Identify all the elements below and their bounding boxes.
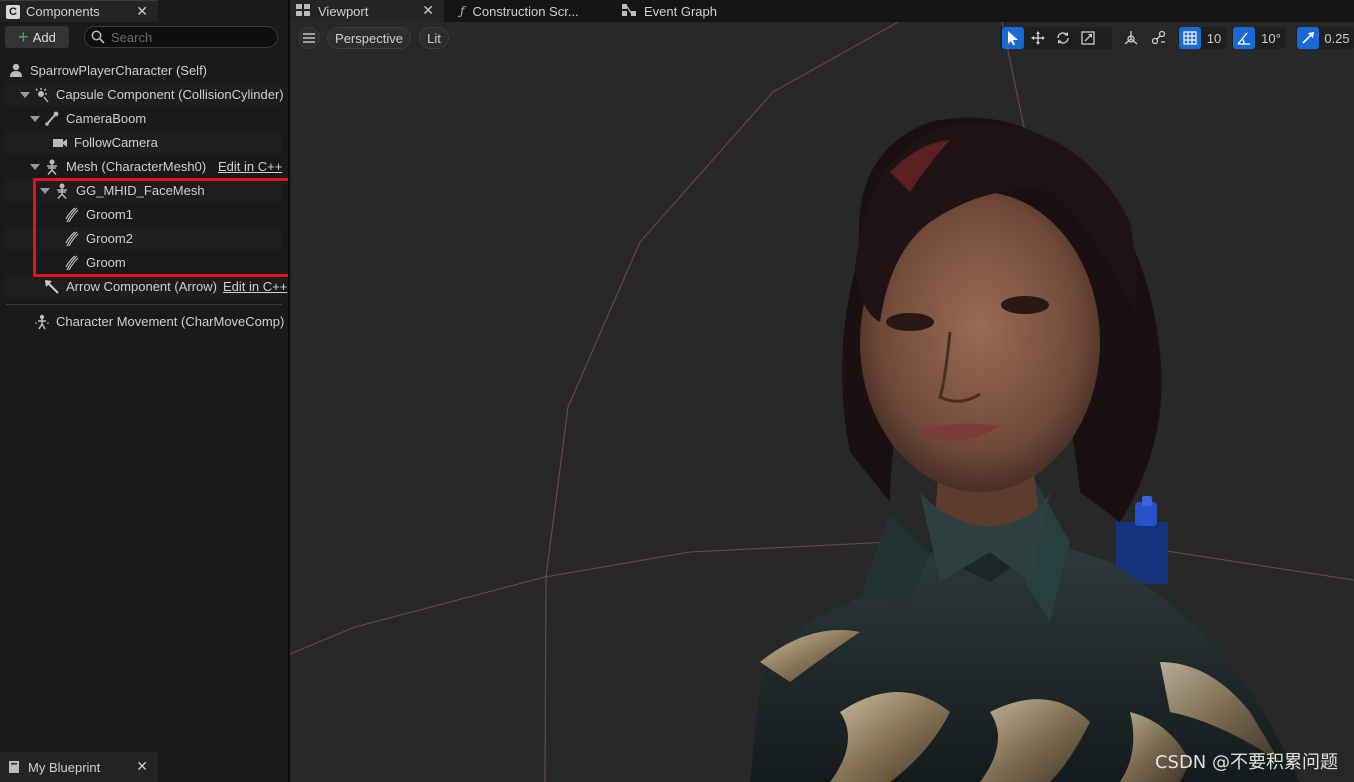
watermark: CSDN @不要积累问题 <box>1154 752 1338 773</box>
expand-caret-icon[interactable] <box>30 163 40 170</box>
surface-snap-icon <box>1151 30 1166 45</box>
surface-snap-button[interactable] <box>1148 27 1170 49</box>
tree-item-label: FollowCamera <box>74 135 158 150</box>
components-tab[interactable]: C Components ✕ <box>0 0 158 22</box>
my-blueprint-label: My Blueprint <box>28 759 101 775</box>
select-mode-button[interactable] <box>1002 27 1024 49</box>
function-icon: ƒ <box>460 4 465 18</box>
tree-item-label: Arrow Component (Arrow) <box>66 279 217 294</box>
rotate-mode-button[interactable] <box>1052 27 1074 49</box>
tab-label: Construction Scr... <box>472 3 579 19</box>
grid-snap-value[interactable]: 10 <box>1203 27 1225 49</box>
rotation-snap-toggle[interactable] <box>1233 27 1255 49</box>
viewport-menu-button[interactable] <box>298 27 320 49</box>
viewport-scene <box>290 22 1354 782</box>
tab-label: Event Graph <box>644 3 717 19</box>
search-icon <box>91 30 105 44</box>
angle-icon <box>1237 32 1250 45</box>
tree-item-label: CameraBoom <box>66 111 147 126</box>
camera-icon <box>52 135 68 151</box>
tree-item-character-movement[interactable]: Character Movement (CharMoveComp) <box>4 310 285 333</box>
tab-construction-script[interactable]: ƒ Construction Scr... <box>454 0 604 22</box>
divider <box>6 304 282 305</box>
world-space-icon <box>1124 31 1138 45</box>
event-graph-icon <box>622 3 636 19</box>
scale-icon <box>1081 31 1095 45</box>
rotation-snap-value[interactable]: 10° <box>1257 27 1285 49</box>
viewport[interactable]: Perspective Lit 10 10° 0.25 CSDN @不要积累问题 <box>290 22 1354 782</box>
spring-arm-icon <box>44 111 60 127</box>
tree-item-cameraboom[interactable]: CameraBoom <box>4 107 282 130</box>
highlight-box <box>33 178 299 277</box>
lit-button[interactable]: Lit <box>419 27 449 49</box>
plus-icon: + <box>18 27 29 47</box>
move-icon <box>1031 31 1045 45</box>
scale-snap-toggle[interactable] <box>1297 27 1319 49</box>
skeletal-mesh-icon <box>44 159 60 175</box>
perspective-button[interactable]: Perspective <box>327 27 411 49</box>
components-panel: C Components ✕ + Add SparrowPlayerCharac… <box>0 0 299 782</box>
add-label: Add <box>32 29 56 45</box>
tree-item-label: Character Movement (CharMoveComp) <box>56 314 285 329</box>
viewport-grid-icon <box>296 3 310 19</box>
scale-mode-button[interactable] <box>1077 27 1099 49</box>
editor-tabs: Viewport ✕ ƒ Construction Scr... Event G… <box>290 0 1354 22</box>
world-local-button[interactable] <box>1120 27 1142 49</box>
tree-item-self[interactable]: SparrowPlayerCharacter (Self) <box>8 59 284 82</box>
components-icon: C <box>6 4 20 19</box>
tree-item-capsule[interactable]: Capsule Component (CollisionCylinder) <box>4 83 284 106</box>
cursor-icon <box>1008 31 1018 45</box>
close-icon[interactable]: ✕ <box>136 3 148 20</box>
character-icon <box>8 63 24 79</box>
scale-snap-icon <box>1302 32 1314 44</box>
edit-in-cpp-link[interactable]: Edit in C++ <box>218 159 282 174</box>
translate-mode-button[interactable] <box>1027 27 1049 49</box>
tab-viewport[interactable]: Viewport ✕ <box>290 0 444 22</box>
close-icon[interactable]: ✕ <box>136 758 148 775</box>
tab-event-graph[interactable]: Event Graph <box>616 0 756 22</box>
search-input[interactable] <box>111 29 271 45</box>
search-box[interactable] <box>84 26 278 48</box>
capsule-icon <box>34 87 50 103</box>
movement-icon <box>34 314 50 330</box>
grid-icon <box>1183 31 1197 45</box>
blueprint-editor: C Components ✕ + Add SparrowPlayerCharac… <box>0 0 1354 782</box>
close-icon[interactable]: ✕ <box>422 2 434 19</box>
tree-item-label: Mesh (CharacterMesh0) <box>66 159 207 174</box>
my-blueprint-tab[interactable]: My Blueprint ✕ <box>0 752 158 782</box>
components-tab-label: Components <box>26 4 100 19</box>
grid-snap-toggle[interactable] <box>1179 27 1201 49</box>
expand-caret-icon[interactable] <box>20 91 30 98</box>
expand-caret-icon[interactable] <box>30 115 40 122</box>
tree-item-followcamera[interactable]: FollowCamera <box>4 131 282 154</box>
scale-snap-value[interactable]: 0.25 <box>1321 27 1353 49</box>
blueprint-book-icon <box>6 759 22 775</box>
tree-item-label: Capsule Component (CollisionCylinder) <box>56 87 284 102</box>
rotate-icon <box>1057 32 1069 44</box>
tab-label: Viewport <box>318 3 369 19</box>
arrow-icon <box>44 279 60 295</box>
edit-in-cpp-link[interactable]: Edit in C++ <box>223 279 287 294</box>
add-component-button[interactable]: + Add <box>5 26 69 48</box>
tree-item-label: SparrowPlayerCharacter (Self) <box>30 63 208 78</box>
hamburger-icon <box>303 33 315 43</box>
